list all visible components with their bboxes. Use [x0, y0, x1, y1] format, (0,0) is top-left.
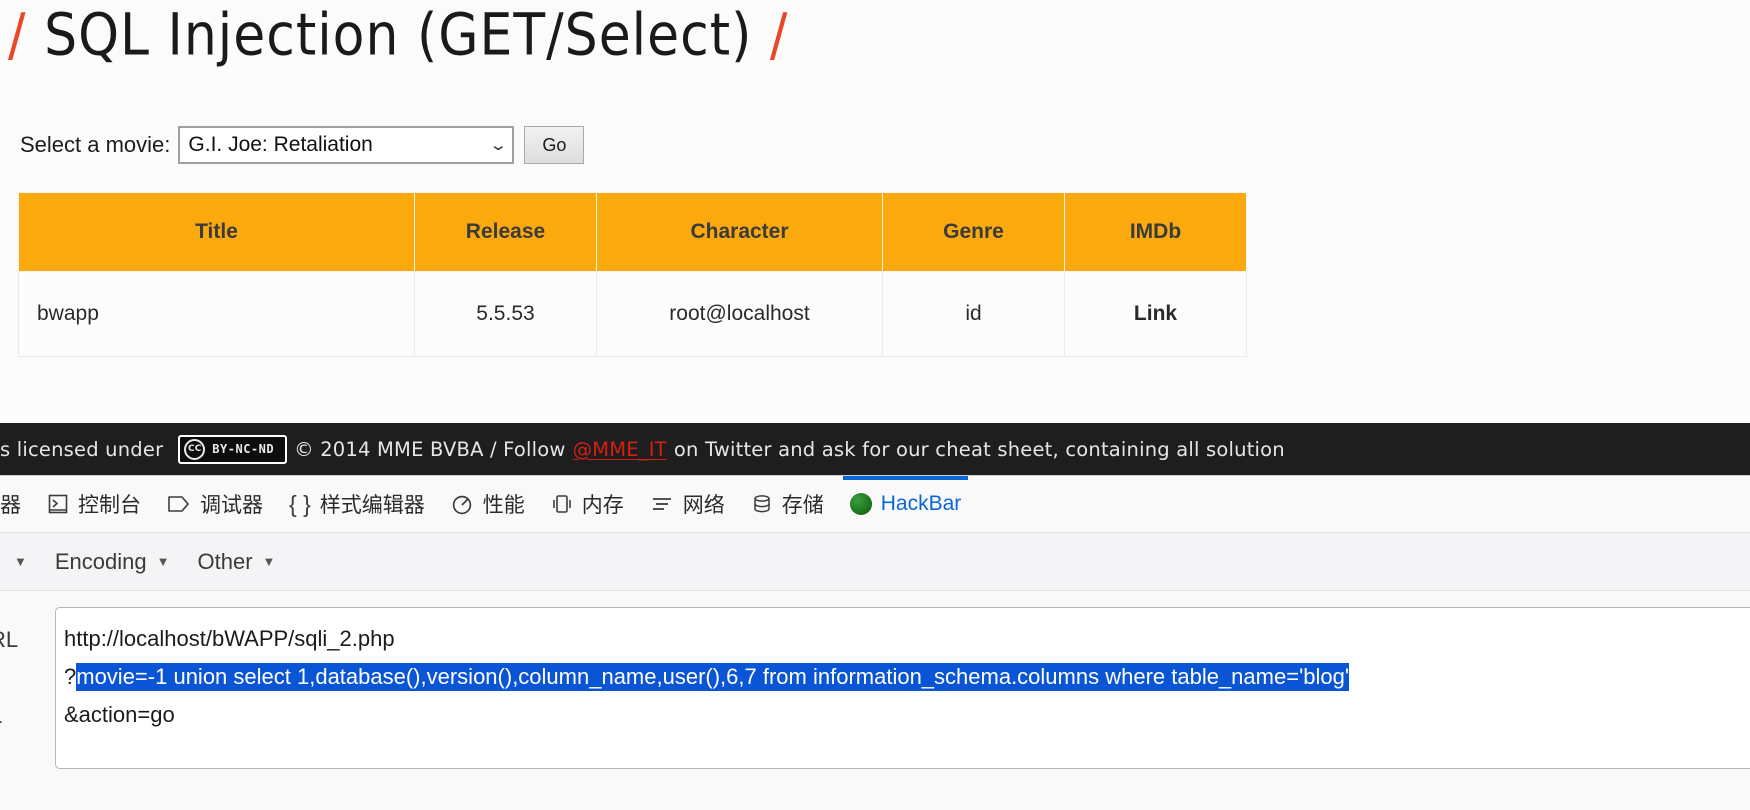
cc-circle-icon: CC [184, 438, 206, 460]
performance-icon [451, 493, 474, 516]
footer-twitter-link[interactable]: @MME_IT [573, 438, 667, 461]
cell-imdb-link[interactable]: Link [1064, 271, 1247, 357]
column-header-character: Character [596, 192, 883, 272]
tab-network[interactable]: 网络 [637, 476, 738, 532]
hackbar-line-action: &action=go [64, 702, 175, 727]
column-header-title: Title [18, 192, 415, 272]
menu-encoding[interactable]: Encoding ▼ [41, 533, 184, 590]
page-title-text: SQL Injection (GET/Select) [44, 2, 753, 70]
tab-memory[interactable]: 内存 [538, 476, 637, 532]
menu-load-url[interactable]: ▼ [0, 533, 41, 590]
devtools-panel: 器 控制台 调试器 { } 样式编辑器 性能 内存 网络 存储 HackBar … [0, 475, 1750, 810]
hackbar-url-textarea[interactable]: http://localhost/bWAPP/sqli_2.php ?movie… [55, 607, 1750, 769]
devtools-tab-label: 性能 [482, 494, 525, 517]
storage-icon [751, 493, 773, 515]
devtools-tab-label: 器 [0, 494, 21, 517]
devtools-tabbar: 器 控制台 调试器 { } 样式编辑器 性能 内存 网络 存储 HackBar [0, 476, 1750, 533]
hackbar-line-query: ?movie=-1 union select 1,database(),vers… [64, 658, 1750, 696]
footer-text-before: P is licensed under [0, 437, 164, 461]
hackbar-menubar: ▼ Encoding ▼ Other ▼ [0, 533, 1750, 591]
tab-debugger[interactable]: 调试器 [154, 476, 276, 532]
console-icon [47, 493, 69, 515]
movie-select-value: G.I. Joe: Retaliation [188, 133, 373, 156]
selected-sql-payload: movie=-1 union select 1,database(),versi… [76, 663, 1350, 691]
devtools-tab-label: 控制台 [78, 494, 141, 517]
hackbar-line-url: http://localhost/bWAPP/sqli_2.php [64, 626, 395, 651]
devtools-tab-label: HackBar [880, 492, 962, 515]
title-slash-right: / [769, 2, 789, 70]
devtools-tab-label: 样式编辑器 [319, 494, 425, 517]
tab-inspector[interactable]: 器 [0, 476, 34, 532]
table-row: bwapp 5.5.53 root@localhost id Link [18, 271, 1247, 357]
tab-console[interactable]: 控制台 [34, 476, 154, 532]
table-header-row: Title Release Character Genre IMDb [18, 192, 1247, 272]
query-prefix: ? [64, 664, 77, 689]
cell-title: bwapp [18, 271, 415, 357]
tab-style-editor[interactable]: { } 样式编辑器 [276, 476, 438, 532]
menu-label: Other [197, 548, 253, 574]
chevron-down-icon: ▼ [156, 554, 170, 569]
creative-commons-badge-icon: CC BY-NC-ND [178, 434, 288, 464]
movie-select-dropdown[interactable]: G.I. Joe: Retaliation ⌄ [178, 126, 515, 164]
select-movie-label: Select a movie: [20, 132, 171, 157]
page-footer: P is licensed under CC BY-NC-ND © 2014 M… [0, 423, 1750, 475]
url-label: RL [0, 627, 19, 652]
network-icon [650, 493, 674, 515]
devtools-tab-label: 内存 [581, 494, 624, 517]
cell-character: root@localhost [596, 271, 883, 357]
menu-other[interactable]: Other ▼ [184, 533, 290, 590]
menu-label: Encoding [54, 548, 147, 574]
go-button[interactable]: Go [524, 126, 585, 164]
devtools-tab-label: 调试器 [200, 494, 263, 517]
column-header-release: Release [414, 192, 597, 272]
column-header-imdb: IMDb [1064, 192, 1247, 272]
title-slash-left: / [8, 2, 27, 70]
tab-hackbar[interactable]: HackBar [837, 476, 975, 532]
tab-performance[interactable]: 性能 [438, 476, 538, 532]
hackbar-logo-icon [849, 493, 872, 515]
tab-storage[interactable]: 存储 [738, 476, 837, 532]
hackbar-field-labels: RL L [0, 607, 50, 735]
devtools-tab-label: 网络 [682, 494, 725, 517]
cc-license-text: BY-NC-ND [212, 442, 275, 456]
footer-text-after: on Twitter and ask for our cheat sheet, … [673, 437, 1285, 461]
column-header-genre: Genre [882, 192, 1065, 272]
movie-select-form: Select a movie: G.I. Joe: Retaliation ⌄ … [20, 126, 585, 164]
devtools-tab-label: 存储 [781, 494, 824, 517]
memory-icon [551, 493, 573, 515]
chevron-down-icon: ⌄ [488, 137, 508, 154]
bwapp-page-content: / SQL Injection (GET/Select) / Select a … [0, 0, 1750, 423]
chevron-down-icon: ▼ [14, 554, 27, 569]
footer-text-middle: © 2014 MME BVBA / Follow [294, 437, 566, 461]
cell-release: 5.5.53 [414, 271, 597, 357]
style-editor-icon: { } [289, 490, 311, 517]
hackbar-editor-area: RL L http://localhost/bWAPP/sqli_2.php ?… [0, 591, 1750, 810]
page-title: / SQL Injection (GET/Select) / [8, 2, 788, 69]
sql-label: L [0, 697, 50, 735]
debugger-icon [167, 493, 191, 515]
cell-genre: id [882, 271, 1065, 357]
sqli-result-table: Title Release Character Genre IMDb bwapp… [18, 192, 1247, 357]
chevron-down-icon: ▼ [262, 554, 276, 569]
